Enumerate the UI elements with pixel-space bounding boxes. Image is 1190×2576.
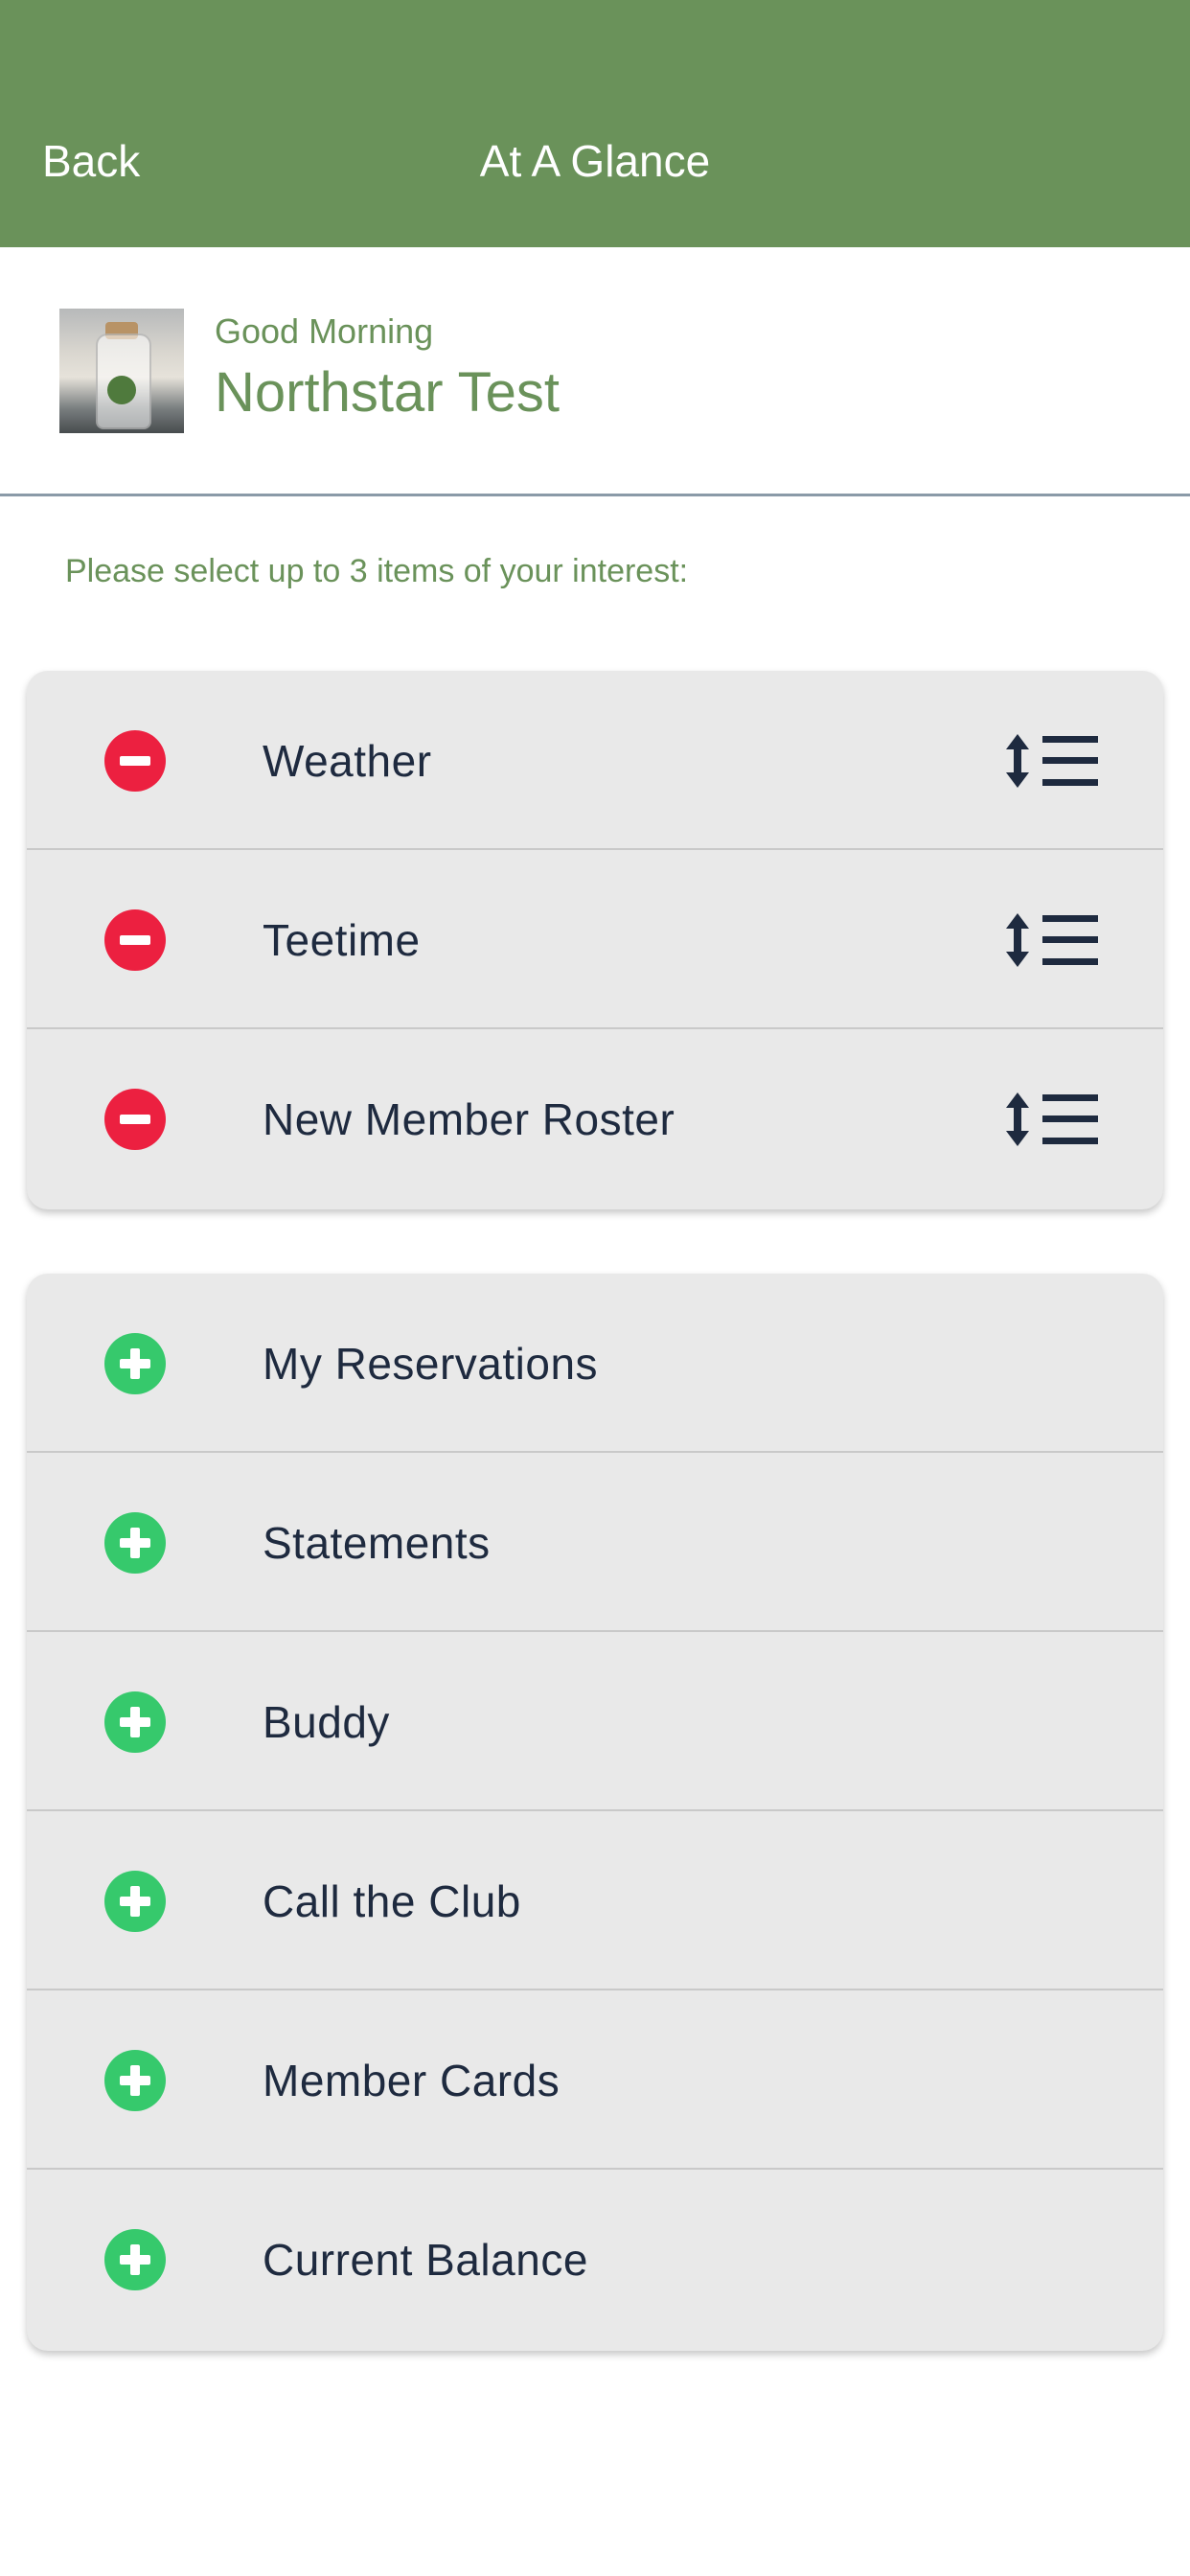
app-header: Back At A Glance (0, 0, 1190, 247)
plus-circle-icon[interactable] (104, 2050, 166, 2111)
available-item-call-the-club[interactable]: Call the Club (27, 1811, 1163, 1990)
page-title: At A Glance (479, 136, 711, 186)
available-item-current-balance[interactable]: Current Balance (27, 2170, 1163, 2349)
list-item-label: Member Cards (263, 2056, 561, 2105)
plus-circle-icon[interactable] (104, 1512, 166, 1574)
available-item-my-reservations[interactable]: My Reservations (27, 1274, 1163, 1453)
plus-circle-icon[interactable] (104, 1871, 166, 1932)
list-item-label: Current Balance (263, 2235, 588, 2285)
list-item-label: Teetime (263, 915, 421, 965)
reorder-handle-icon[interactable] (1004, 1089, 1104, 1150)
available-item-member-cards[interactable]: Member Cards (27, 1990, 1163, 2170)
list-item-label: Weather (263, 736, 432, 786)
list-item-label: New Member Roster (263, 1094, 675, 1144)
plus-circle-icon[interactable] (104, 1333, 166, 1394)
list-item-label: Call the Club (263, 1876, 521, 1926)
greeting-salutation: Good Morning (215, 311, 434, 351)
selected-item-teetime[interactable]: Teetime (27, 850, 1163, 1029)
available-item-buddy[interactable]: Buddy (27, 1632, 1163, 1811)
minus-circle-icon[interactable] (104, 909, 166, 971)
reorder-handle-icon[interactable] (1004, 909, 1104, 971)
minus-circle-icon[interactable] (104, 730, 166, 792)
reorder-handle-icon[interactable] (1004, 730, 1104, 792)
plant-shape (107, 376, 136, 404)
avatar (59, 309, 184, 433)
available-items-list: My Reservations Statements Buddy Call th… (27, 1274, 1163, 2351)
selected-item-weather[interactable]: Weather (27, 671, 1163, 850)
list-item-label: Statements (263, 1518, 491, 1568)
selected-items-list: Weather Teetime New Member Roster (27, 671, 1163, 1209)
plus-circle-icon[interactable] (104, 1691, 166, 1753)
available-item-statements[interactable]: Statements (27, 1453, 1163, 1632)
list-item-label: My Reservations (263, 1339, 599, 1389)
greeting-section: Good Morning Northstar Test (0, 247, 1190, 496)
user-name: Northstar Test (215, 361, 560, 424)
list-item-label: Buddy (263, 1697, 390, 1747)
selected-item-new-member-roster[interactable]: New Member Roster (27, 1029, 1163, 1208)
minus-circle-icon[interactable] (104, 1089, 166, 1150)
selection-instructions: Please select up to 3 items of your inte… (65, 553, 689, 589)
plus-circle-icon[interactable] (104, 2229, 166, 2290)
